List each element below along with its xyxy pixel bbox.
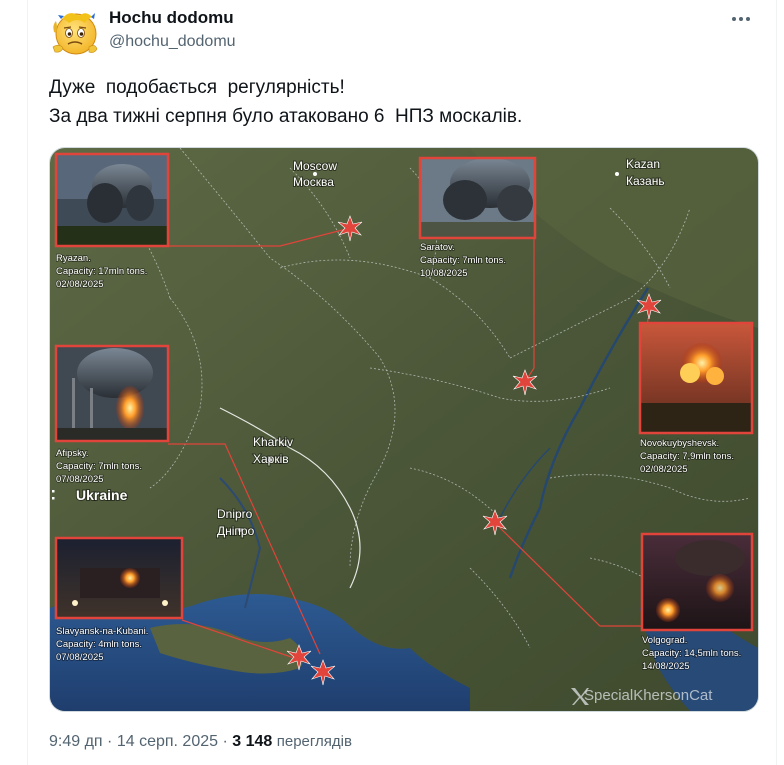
watermark-text: SpecialKhersonCat: [584, 687, 713, 704]
target-date-afipsky: 07/08/2025: [56, 474, 104, 485]
target-capacity-volgograd: Capacity: 14,5mln tons.: [642, 648, 741, 659]
target-name-novokuybyshevsk: Novokuybyshevsk.: [640, 438, 719, 449]
target-capacity-saratov: Capacity: 7mln tons.: [420, 255, 506, 266]
target-date-volgograd: 14/08/2025: [642, 661, 690, 672]
city-label-moscow-ru: Москва: [293, 175, 334, 189]
meta-separator: ·: [222, 733, 228, 750]
target-date-ryazan: 02/08/2025: [56, 279, 104, 290]
post-text: Дуже подобається регулярність! За два ти…: [49, 73, 749, 131]
photo-volgograd: [640, 532, 754, 632]
target-name-slavyansk-na-kubani: Slavyansk-na-Kubani.: [56, 626, 148, 637]
views-label: переглядів: [276, 733, 352, 750]
author-handle[interactable]: @hochu_dodomu: [109, 33, 236, 51]
post-date[interactable]: 14 серп. 2025: [117, 733, 218, 750]
city-label-kharkiv-ua: Харків: [253, 452, 289, 466]
card-border-right: [776, 0, 777, 765]
target-name-saratov: Saratov.: [420, 242, 455, 253]
post-time[interactable]: 9:49 дп: [49, 733, 103, 750]
post-text-line: Дуже подобається регулярність!: [49, 77, 345, 98]
photo-saratov: [418, 156, 537, 240]
city-label-dnipro-ua: Дніпро: [217, 524, 255, 538]
infographic-map: Moscow Москва Kazan Казань Kharkiv Харкі…: [50, 148, 758, 711]
target-date-novokuybyshevsk: 02/08/2025: [640, 464, 688, 475]
meta-separator: ·: [107, 733, 113, 750]
views-count: 3 148: [232, 733, 273, 750]
avatar[interactable]: [49, 7, 99, 57]
post-meta: 9:49 дп · 14 серп. 2025 · 3 148 перегляд…: [49, 733, 352, 751]
photo-afipsky: [54, 344, 170, 443]
photo-slavyansk-na-kubani: [54, 536, 184, 620]
target-date-saratov: 10/08/2025: [420, 268, 468, 279]
city-label-dnipro-en: Dnipro: [217, 507, 253, 521]
city-label-kharkiv-en: Kharkiv: [253, 435, 293, 449]
target-capacity-ryazan: Capacity: 17mln tons.: [56, 266, 147, 277]
city-label-kazan-en: Kazan: [626, 157, 660, 171]
target-date-slavyansk-na-kubani: 07/08/2025: [56, 652, 104, 663]
photo-ryazan: [54, 152, 170, 248]
target-capacity-novokuybyshevsk: Capacity: 7,9mln tons.: [640, 451, 734, 462]
post-media-image[interactable]: Moscow Москва Kazan Казань Kharkiv Харкі…: [49, 147, 759, 712]
target-capacity-slavyansk-na-kubani: Capacity: 4mln tons.: [56, 639, 142, 650]
post-text-line: За два тижні серпня було атаковано 6 НПЗ…: [49, 106, 523, 127]
card-border-left: [27, 0, 28, 765]
more-options-icon[interactable]: [732, 14, 756, 24]
target-name-volgograd: Volgograd.: [642, 635, 687, 646]
emoji-face-avatar-icon: [52, 13, 98, 55]
author-display-name[interactable]: Hochu dodomu: [109, 8, 234, 28]
country-label-ukraine: Ukraine: [76, 487, 128, 503]
city-label-kazan-ru: Казань: [626, 174, 665, 188]
photo-novokuybyshevsk: [638, 321, 754, 435]
city-label-moscow-en: Moscow: [293, 159, 337, 173]
target-capacity-afipsky: Capacity: 7mln tons.: [56, 461, 142, 472]
target-name-ryazan: Ryazan.: [56, 253, 91, 264]
target-name-afipsky: Afipsky.: [56, 448, 89, 459]
